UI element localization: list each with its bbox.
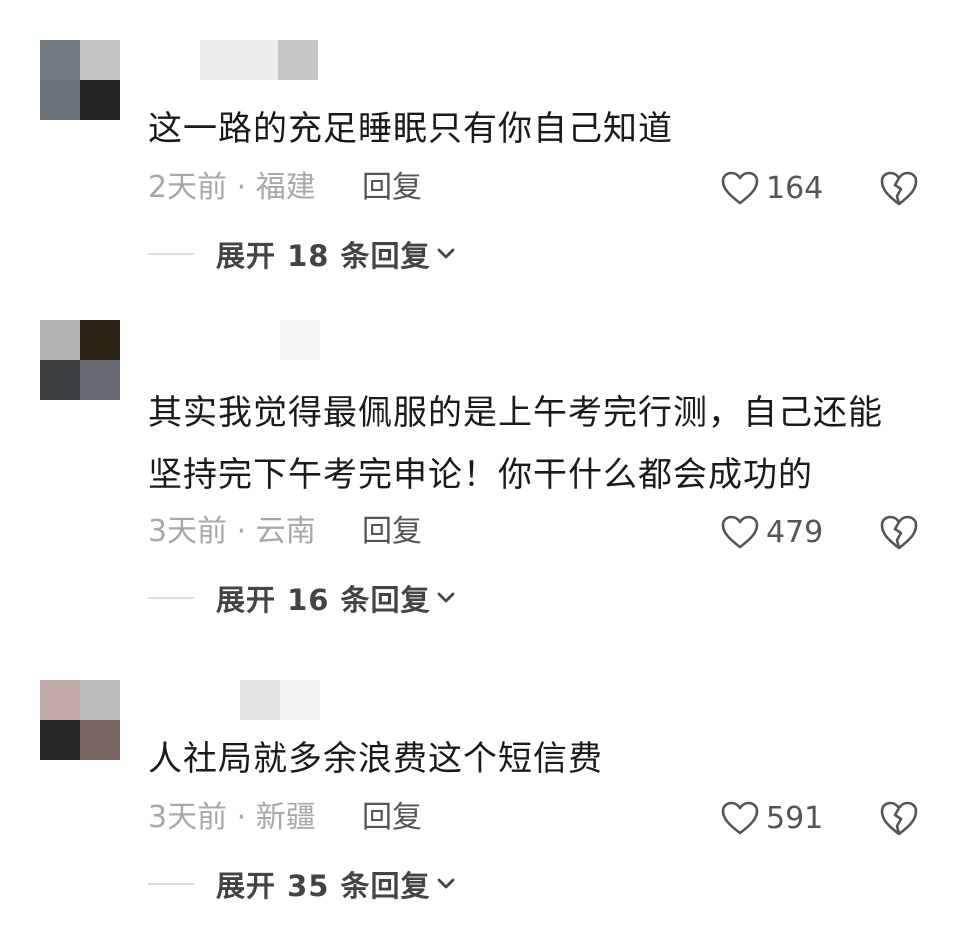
- comment-text: 这一路的充足睡眠只有你自己知道: [148, 109, 673, 149]
- chevron-down-icon: [437, 592, 454, 603]
- username-blur-block: [280, 680, 320, 720]
- expand-replies-button[interactable]: 展开 35 条回复: [148, 864, 457, 904]
- divider-line: [148, 597, 194, 599]
- avatar-pixel: [40, 360, 80, 400]
- avatar[interactable]: [40, 320, 120, 400]
- reply-button[interactable]: 回复: [362, 168, 422, 208]
- avatar-pixel: [80, 80, 120, 120]
- comment-text: 人社局就多余浪费这个短信费: [148, 739, 603, 779]
- reply-button[interactable]: 回复: [362, 512, 422, 552]
- broken-heart-icon: [880, 171, 918, 206]
- expand-replies-label: 展开 18 条回复: [216, 239, 431, 273]
- avatar[interactable]: [40, 40, 120, 120]
- avatar-pixel: [80, 320, 120, 360]
- dislike-button[interactable]: [878, 798, 920, 838]
- avatar-pixel: [40, 680, 80, 720]
- avatar-pixel: [80, 720, 120, 760]
- divider-line: [148, 883, 194, 885]
- dislike-button[interactable]: [878, 512, 920, 552]
- broken-heart-icon: [880, 515, 918, 550]
- heart-outline-icon: [721, 171, 759, 205]
- username-blurred[interactable]: [280, 320, 320, 360]
- avatar-pixel: [80, 360, 120, 400]
- username-blurred[interactable]: [240, 680, 320, 720]
- dislike-button[interactable]: [878, 168, 920, 208]
- like-button[interactable]: 164: [720, 168, 823, 208]
- like-button[interactable]: 591: [720, 798, 823, 838]
- like-button[interactable]: 479: [720, 512, 823, 552]
- avatar-pixel: [40, 40, 80, 80]
- username-blur-block: [278, 40, 318, 80]
- comment-time-location: 3天前 · 新疆: [148, 800, 316, 835]
- username-blur-block: [280, 320, 320, 360]
- like-count: 591: [766, 800, 824, 836]
- comment-text: 其实我觉得最佩服的是上午考完行测，自己还能 坚持完下午考完申论！你干什么都会成功…: [148, 382, 928, 506]
- like-count: 164: [766, 170, 824, 206]
- avatar-pixel: [40, 320, 80, 360]
- expand-replies-label: 展开 16 条回复: [216, 583, 431, 617]
- avatar-pixel: [40, 80, 80, 120]
- divider-line: [148, 253, 194, 255]
- chevron-down-icon: [437, 878, 454, 889]
- avatar[interactable]: [40, 680, 120, 760]
- expand-replies-button[interactable]: 展开 16 条回复: [148, 578, 457, 618]
- chevron-down-icon: [437, 248, 454, 259]
- expand-replies-label: 展开 35 条回复: [216, 869, 431, 903]
- avatar-pixel: [80, 680, 120, 720]
- reply-button[interactable]: 回复: [362, 798, 422, 838]
- comment-time-location: 2天前 · 福建: [148, 170, 316, 205]
- expand-replies-button[interactable]: 展开 18 条回复: [148, 234, 457, 274]
- username-blur-block: [240, 680, 280, 720]
- comment-text-line: 坚持完下午考完申论！你干什么都会成功的: [148, 455, 813, 495]
- heart-outline-icon: [721, 515, 759, 549]
- avatar-pixel: [80, 40, 120, 80]
- username-blur-block: [200, 40, 278, 80]
- broken-heart-icon: [880, 801, 918, 836]
- username-blurred[interactable]: [200, 40, 318, 80]
- like-count: 479: [766, 514, 824, 550]
- comment-text-line: 其实我觉得最佩服的是上午考完行测，自己还能: [148, 393, 883, 433]
- heart-outline-icon: [721, 801, 759, 835]
- avatar-pixel: [40, 720, 80, 760]
- comment-time-location: 3天前 · 云南: [148, 514, 316, 549]
